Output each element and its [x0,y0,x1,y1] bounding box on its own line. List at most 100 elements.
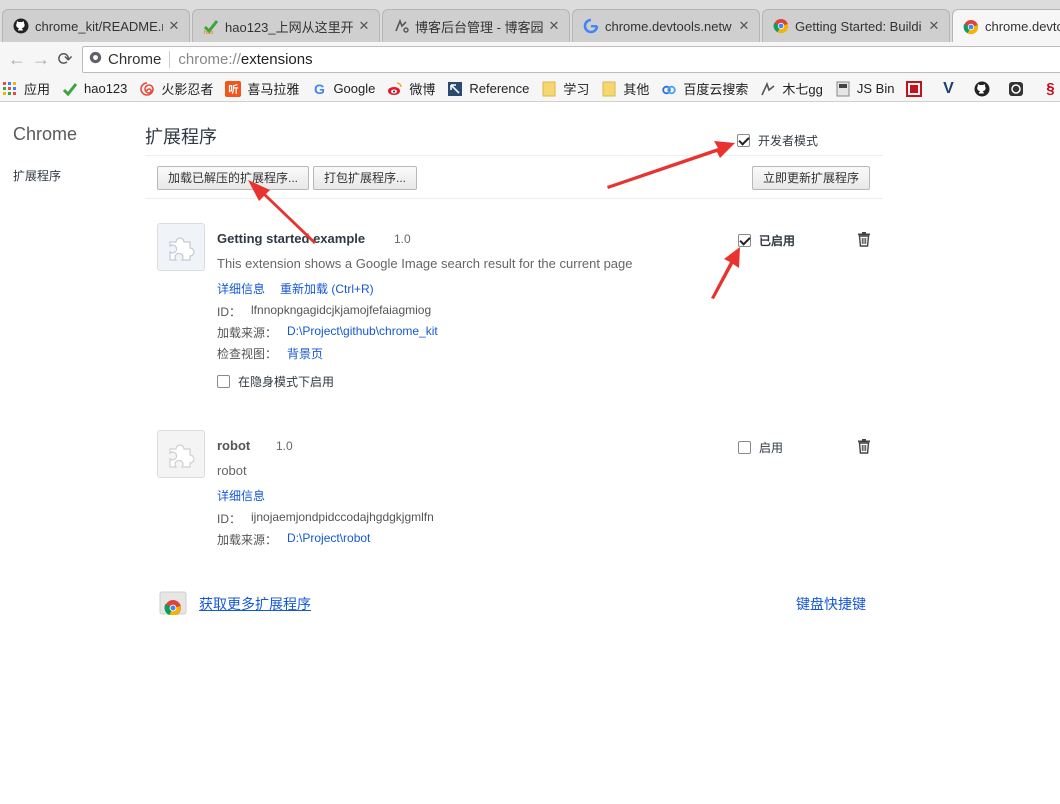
bookmark-github[interactable] [974,81,996,97]
extension-source-row: 加载来源： D:\Project\github\chrome_kit [217,324,438,341]
incognito-checkbox[interactable] [217,375,230,388]
details-link[interactable]: 详细信息 [217,280,265,297]
bookmark-v-logo[interactable]: V [940,79,962,97]
source-label: 加载来源： [217,533,278,547]
tab-devtools-network[interactable]: chrome.devtools.netw ✕ [572,9,760,42]
developer-mode-toggle[interactable]: 开发者模式 [737,132,818,149]
tab-github-readme[interactable]: chrome_kit/README.m ✕ [2,9,190,42]
enable-checkbox[interactable] [738,234,751,247]
close-icon[interactable]: ✕ [927,18,941,34]
tab-cnblogs[interactable]: 博客后台管理 - 博客园 ✕ [382,9,570,42]
red-logo-icon [906,80,923,97]
cnblogs-icon [393,18,409,34]
background-page-link[interactable]: 背景页 [287,345,323,362]
bookmark-muqi[interactable]: 木七gg [760,79,823,98]
incognito-toggle[interactable]: 在隐身模式下启用 [217,373,334,390]
reference-icon [447,81,463,97]
get-more-extensions-link[interactable]: 获取更多扩展程序 [199,594,311,614]
back-arrow-icon[interactable]: ← [6,48,28,70]
close-icon[interactable]: ✕ [547,18,561,34]
update-extensions-button[interactable]: 立即更新扩展程序 [752,166,871,190]
bookmark-xu[interactable]: § 徐小 [1042,79,1060,98]
hao123-icon [62,81,78,97]
pack-extension-button[interactable]: 打包扩展程序... [313,166,418,190]
folder-icon [541,81,557,97]
extension-name: Getting started example [217,231,366,246]
tab-getting-started[interactable]: Getting Started: Buildi ✕ [762,9,950,42]
id-value: lfnnopkngagidcjkjamojfefaiagmiog [251,303,432,317]
extension-views-row: 检查视图： 背景页 [217,345,323,362]
bookmark-folder-study[interactable]: 学习 [541,79,589,98]
details-link[interactable]: 详细信息 [217,487,265,504]
google-icon: G [313,80,325,97]
bookmark-naruto[interactable]: 火影忍者 [139,79,213,98]
bookmark-dark-logo[interactable] [1008,81,1030,97]
bookmark-weibo[interactable]: 微博 [387,79,435,98]
chrome-icon [963,19,979,35]
bookmark-red-logo[interactable] [906,80,928,97]
load-unpacked-button[interactable]: 加载已解压的扩展程序... [157,166,310,190]
github-icon [13,18,29,34]
keyboard-shortcuts-link[interactable]: 键盘快捷键 [796,594,866,614]
close-icon[interactable]: ✕ [167,18,181,34]
forward-arrow-icon[interactable]: → [30,48,52,70]
bookmark-label: 火影忍者 [161,82,214,97]
bookmark-hao123[interactable]: hao123 [62,81,127,97]
enable-toggle[interactable]: 已启用 [738,232,795,249]
browser-toolbar: ← → ⟳ Chrome chrome://extensions [0,42,1060,76]
enable-toggle[interactable]: 启用 [738,439,783,456]
developer-mode-label: 开发者模式 [758,134,819,148]
annotation-arrow-enabled [711,247,740,299]
dark-logo-icon [1008,81,1024,97]
address-site-label: Chrome [108,51,162,68]
bookmark-baidu-cloud[interactable]: 百度云搜索 [661,79,748,98]
bookmark-reference[interactable]: Reference [447,81,529,97]
bookmark-label: 学习 [563,82,590,97]
naruto-icon [139,81,155,97]
enable-label: 已启用 [759,234,796,248]
developer-mode-checkbox[interactable] [737,134,750,147]
extension-id-row: ID： lfnnopkngagidcjkjamojfefaiagmiog [217,303,431,320]
baidu-cloud-icon [661,81,677,97]
close-icon[interactable]: ✕ [357,18,371,34]
bookmark-label: 喜马拉雅 [247,82,300,97]
trash-icon[interactable] [856,231,872,247]
tab-devtools[interactable]: chrome.devto [952,9,1060,42]
close-icon[interactable]: ✕ [737,18,751,34]
enable-checkbox[interactable] [738,441,751,454]
v-logo-icon: V [943,79,954,97]
bookmark-label: JS Bin [856,81,895,96]
apps-icon [2,81,18,97]
tab-title: 博客后台管理 - 博客园 [415,19,543,35]
svg-text:hao: hao [204,30,213,34]
page-title: 扩展程序 [145,127,217,147]
enable-label: 启用 [759,441,784,455]
toolbar-divider [145,198,883,199]
source-link[interactable]: D:\Project\github\chrome_kit [287,324,438,341]
tab-title: chrome.devtools.netw [605,18,732,34]
reload-link[interactable]: 重新加载 (Ctrl+R) [280,280,374,297]
bookmark-google[interactable]: G Google [311,81,375,97]
bookmark-jsbin[interactable]: JS Bin [835,81,895,97]
id-label: ID： [217,512,242,526]
weibo-icon [387,81,403,97]
extension-version: 1.0 [394,232,411,246]
tab-strip: chrome_kit/README.m ✕ hao hao123_上网从这里开始… [0,0,1060,42]
sidebar-item-extensions[interactable]: 扩展程序 [13,167,61,184]
address-bar[interactable]: Chrome chrome://extensions [82,46,1060,73]
source-link[interactable]: D:\Project\robot [287,531,370,548]
tab-title: chrome_kit/README.m [35,18,163,34]
trash-icon[interactable] [856,438,872,454]
extension-version: 1.0 [276,439,293,453]
bookmark-label: Google [333,81,376,96]
ximalaya-icon: 听 [225,80,242,97]
tab-hao123[interactable]: hao hao123_上网从这里开始 ✕ [192,9,380,42]
reload-icon[interactable]: ⟳ [54,48,76,70]
bookmark-apps[interactable]: 应用 [2,79,50,98]
google-icon [583,18,599,34]
bookmark-folder-other[interactable]: 其他 [601,79,649,98]
address-scheme: chrome:// [178,51,241,68]
bookmark-ximalaya[interactable]: 听 喜马拉雅 [225,79,299,98]
puzzle-icon [157,430,205,478]
bookmark-label: 百度云搜索 [683,82,749,97]
